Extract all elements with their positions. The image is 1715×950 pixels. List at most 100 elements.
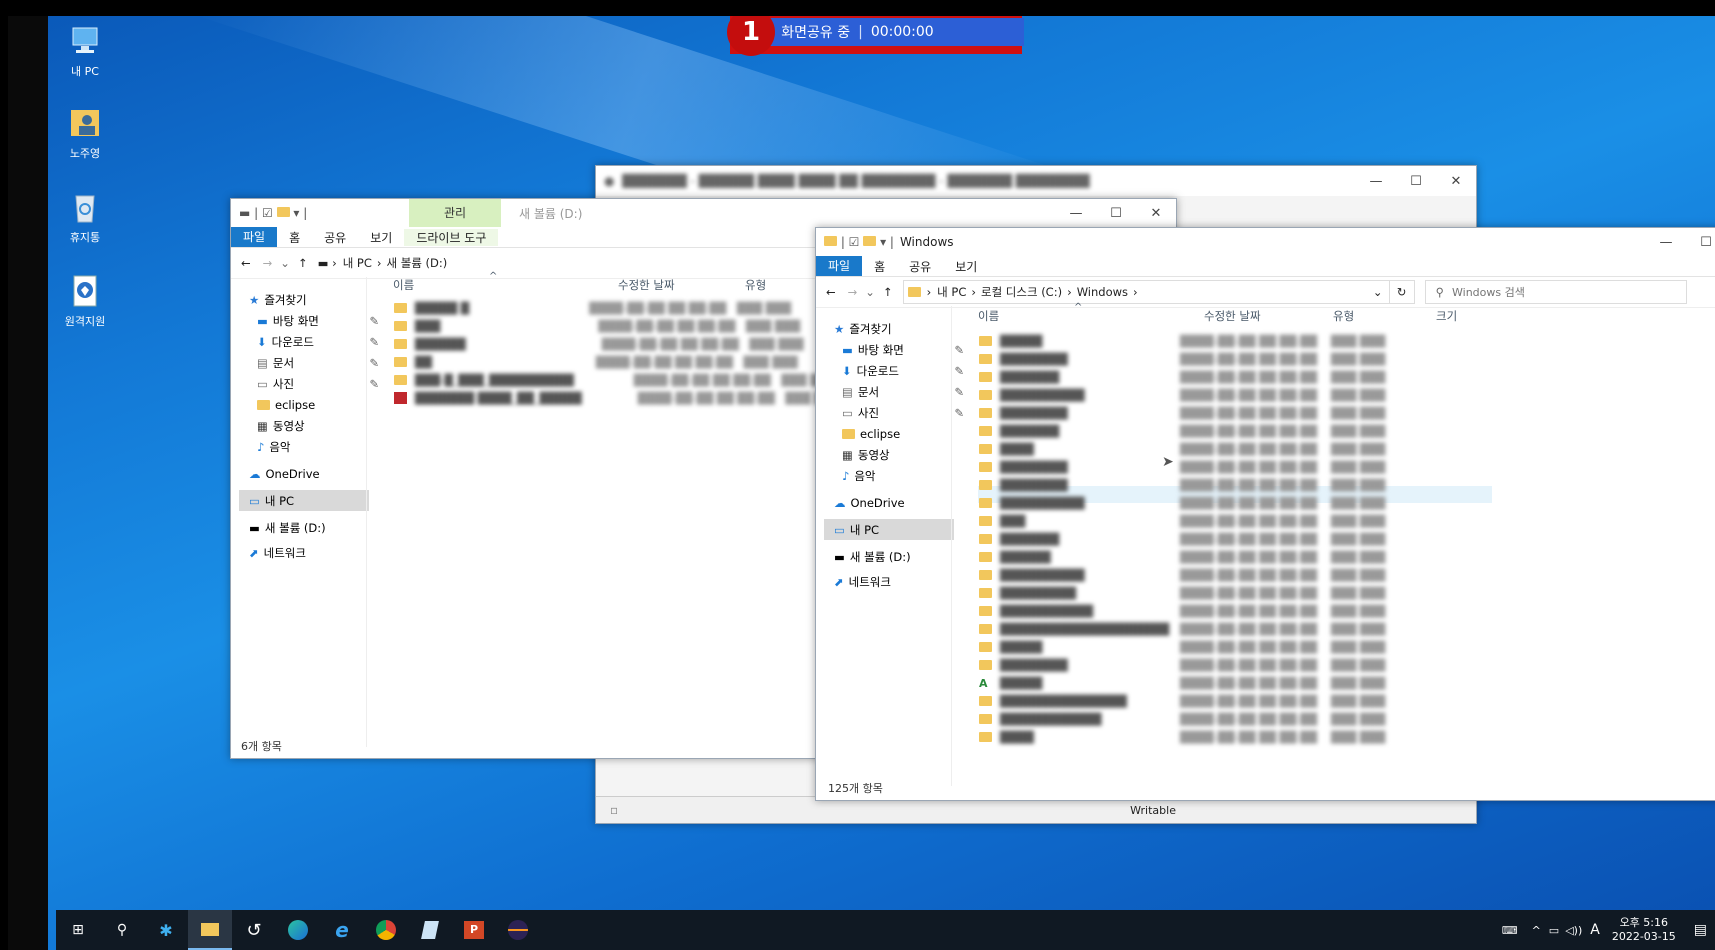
desktop-icon-remote-support[interactable]: 원격지원	[53, 272, 117, 329]
nav-videos[interactable]: ▦ 동영상	[249, 415, 379, 436]
column-header-type[interactable]: 유형	[745, 277, 766, 293]
nav-onedrive[interactable]: ☁ OneDrive	[834, 492, 964, 513]
maximize-button[interactable]: ☐	[1396, 174, 1436, 189]
breadcrumb-this-pc[interactable]: 내 PC	[937, 284, 966, 300]
nav-documents[interactable]: ▤ 문서 ✎	[834, 381, 964, 402]
taskbar-app-notepad[interactable]	[408, 910, 452, 950]
volume-icon[interactable]: ◁))	[1565, 924, 1582, 937]
back-icon[interactable]: ←	[826, 285, 836, 299]
quick-access-toolbar[interactable]: ▬ | ☑ ▾ |	[239, 206, 307, 220]
show-hidden-icons-icon[interactable]: ^	[1532, 924, 1541, 937]
maximize-button[interactable]: ☐	[1686, 235, 1715, 250]
file-row[interactable]: ███████████████ ████-██-██ ██ ██:██ ███ █…	[979, 692, 1385, 710]
file-row[interactable]: ██████████ ████-██-██ ██ ██:██ ███ ███	[979, 566, 1385, 584]
file-row[interactable]: ██ ████-██-██ ██ ██:██ ███ ███	[394, 353, 798, 371]
nav-network[interactable]: ⬈ 네트워크	[249, 542, 379, 563]
file-row[interactable]: ████████ ████-██-██ ██ ██:██ ███ ███	[979, 656, 1385, 674]
column-header-modified[interactable]: 수정한 날짜	[618, 277, 675, 293]
tab-share[interactable]: 공유	[897, 258, 943, 275]
file-row[interactable]: A █████ ████-██-██ ██ ██:██ ███ ███	[979, 674, 1385, 692]
search-box[interactable]: ⚲	[1424, 280, 1687, 304]
address-bar[interactable]: › 내 PC › 로컬 디스크 (C:) › Windows › ⌄	[902, 280, 1390, 304]
column-header-modified[interactable]: 수정한 날짜	[1204, 308, 1261, 324]
file-row[interactable]: █████ ████-██-██ ██ ██:██ ███ ███	[979, 332, 1385, 350]
nav-quick-access[interactable]: ★ 즐겨찾기	[834, 318, 964, 339]
file-row[interactable]: ███████ ████-██-██ ██ ██:██ ███ ███	[979, 530, 1385, 548]
taskbar-app-powerpoint[interactable]: P	[452, 910, 496, 950]
column-header-name[interactable]: 이름	[393, 277, 414, 293]
taskbar-app-edge[interactable]	[276, 910, 320, 950]
tab-view[interactable]: 보기	[943, 258, 989, 275]
taskbar-search-button[interactable]: ⚲	[100, 910, 144, 950]
file-row[interactable]: ██████████ ████-██-██ ██ ██:██ ███ ███	[979, 386, 1385, 404]
nav-pictures[interactable]: ▭ 사진 ✎	[249, 373, 379, 394]
nav-eclipse[interactable]: eclipse	[834, 423, 964, 444]
file-row[interactable]: ███████ ████-██-██ ██ ██:██ ███ ███	[979, 422, 1385, 440]
ime-indicator[interactable]: A	[1590, 922, 1600, 938]
nav-quick-access[interactable]: ★ 즐겨찾기	[249, 289, 379, 310]
nav-onedrive[interactable]: ☁ OneDrive	[249, 463, 379, 484]
file-row[interactable]: █████ ████-██-██ ██ ██:██ ███ ███	[979, 638, 1385, 656]
nav-volume-d[interactable]: ▬ 새 볼륨 (D:)	[249, 517, 379, 538]
column-header-type[interactable]: 유형	[1333, 308, 1354, 324]
close-button[interactable]: ✕	[1436, 174, 1476, 189]
file-row[interactable]: █████████ ████-██-██ ██ ██:██ ███ ███	[979, 584, 1385, 602]
file-row[interactable]: ███████████ ████-██-██ ██ ██:██ ███ ███	[979, 602, 1385, 620]
file-row[interactable]: ██████ ████-██-██ ██ ██:██ ███ ███	[394, 335, 804, 353]
file-row[interactable]: ███ ████-██-██ ██ ██:██ ███ ███	[394, 317, 800, 335]
nav-this-pc[interactable]: ▭ 내 PC	[824, 519, 954, 540]
file-row[interactable]: █████ █ ████-██-██ ██ ██:██ ███ ███	[394, 299, 791, 317]
breadcrumb-windows[interactable]: Windows	[1077, 285, 1128, 299]
explorer-window-windows[interactable]: | ☑ ▾ | Windows — ☐ 파일 홈 공유 보기 ← → ⌄ ↑ ›…	[815, 227, 1715, 801]
nav-network[interactable]: ⬈ 네트워크	[834, 571, 964, 592]
maximize-button[interactable]: ☐	[1096, 206, 1136, 221]
file-row[interactable]: ███-█_███_██████████ ████-██-██ ██ ██:██ …	[394, 371, 836, 389]
ribbon-context-manage[interactable]: 관리	[409, 199, 501, 227]
tab-home[interactable]: 홈	[862, 258, 897, 275]
tab-drive-tools[interactable]: 드라이브 도구	[404, 228, 499, 246]
taskbar-app-explorer[interactable]	[188, 910, 232, 950]
file-row[interactable]: ████ ████-██-██ ██ ██:██ ███ ███	[979, 728, 1385, 746]
nav-documents[interactable]: ▤ 문서 ✎	[249, 352, 379, 373]
minimize-button[interactable]: —	[1356, 174, 1396, 189]
tab-share[interactable]: 공유	[312, 229, 358, 246]
recent-dropdown-icon[interactable]: ⌄	[280, 256, 290, 270]
search-input[interactable]	[1450, 284, 1654, 300]
up-icon[interactable]: ↑	[883, 285, 893, 299]
file-row[interactable]: ██████ ████-██-██ ██ ██:██ ███ ███	[979, 548, 1385, 566]
nav-this-pc[interactable]: ▭ 내 PC	[239, 490, 369, 511]
column-header-size[interactable]: 크기	[1436, 308, 1457, 324]
file-row[interactable]: ███████ ████-██-██ ██ ██:██ ███ ███	[979, 368, 1385, 386]
minimize-button[interactable]: —	[1056, 206, 1096, 221]
file-row[interactable]: ████████ ████-██-██ ██ ██:██ ███ ███	[979, 404, 1385, 422]
file-row[interactable]: ████████ ████-██-██ ██ ██:██ ███ ███	[979, 458, 1385, 476]
file-row[interactable]: ████ ████-██-██ ██ ██:██ ███ ███	[979, 440, 1385, 458]
recent-dropdown-icon[interactable]: ⌄	[865, 285, 875, 299]
nav-downloads[interactable]: ⬇ 다운로드 ✎	[249, 331, 379, 352]
tab-view[interactable]: 보기	[358, 229, 404, 246]
quick-access-toolbar[interactable]: | ☑ ▾ |	[824, 235, 894, 249]
taskbar-app-remote[interactable]: ↺	[232, 910, 276, 950]
nav-volume-d[interactable]: ▬ 새 볼륨 (D:)	[834, 546, 964, 567]
forward-icon[interactable]: →	[263, 256, 273, 270]
file-row[interactable]: ████████████ ████-██-██ ██ ██:██ ███ ███	[979, 710, 1385, 728]
breadcrumb-volume-d[interactable]: 새 볼륨 (D:)	[387, 255, 448, 271]
file-row[interactable]: ████████ ████-██-██ ██ ██:██ ███ ███	[979, 476, 1385, 494]
nav-music[interactable]: ♪ 음악	[249, 436, 379, 457]
breadcrumb-this-pc[interactable]: 내 PC	[343, 255, 372, 271]
file-row[interactable]: ███ ████-██-██ ██ ██:██ ███ ███	[979, 512, 1385, 530]
taskbar-app-ie[interactable]: e	[320, 910, 364, 950]
close-button[interactable]: ✕	[1136, 206, 1176, 221]
nav-videos[interactable]: ▦ 동영상	[834, 444, 964, 465]
taskbar-app-eclipse[interactable]	[496, 910, 540, 950]
tab-home[interactable]: 홈	[277, 229, 312, 246]
clock[interactable]: 오후 5:16 2022-03-15	[1612, 916, 1676, 944]
minimize-button[interactable]: —	[1646, 235, 1686, 250]
start-button[interactable]: ⊞	[56, 910, 100, 950]
nav-desktop[interactable]: ▬ 바탕 화면 ✎	[249, 310, 379, 331]
taskbar-app-chrome[interactable]	[364, 910, 408, 950]
desktop-icon-recycle-bin[interactable]: 휴지통	[53, 188, 117, 245]
forward-icon[interactable]: →	[848, 285, 858, 299]
breadcrumb-local-disk-c[interactable]: 로컬 디스크 (C:)	[981, 284, 1062, 300]
notification-icon[interactable]: ▤	[1694, 922, 1707, 938]
